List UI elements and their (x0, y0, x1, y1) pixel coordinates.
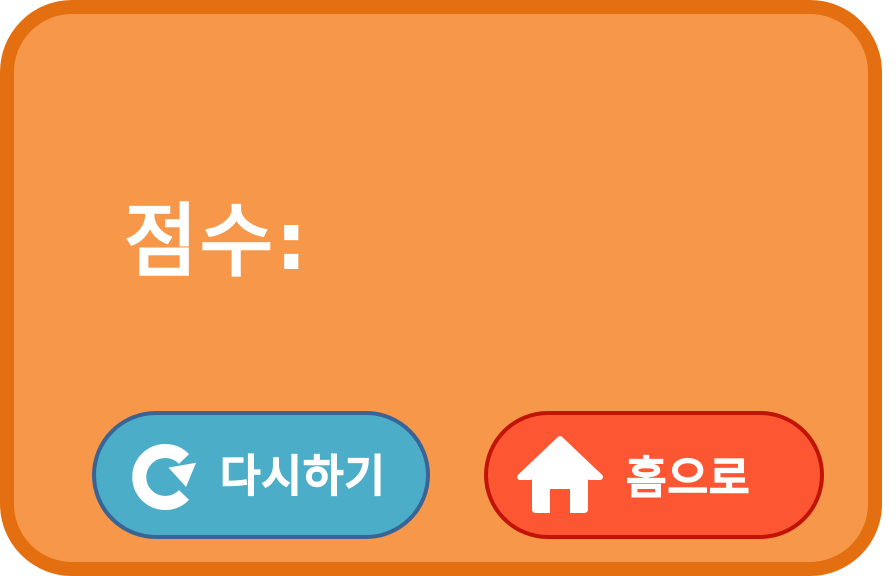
retry-button[interactable]: 다시하기 (92, 411, 430, 539)
home-button[interactable]: 홈으로 (484, 411, 824, 539)
score-label: 점수: (124, 195, 310, 288)
game-over-panel: 점수: 다시하기 홈으로 (0, 0, 882, 576)
home-icon (517, 436, 603, 513)
home-button-label: 홈으로 (625, 453, 751, 504)
retry-button-label: 다시하기 (220, 451, 386, 502)
refresh-icon (132, 444, 197, 510)
